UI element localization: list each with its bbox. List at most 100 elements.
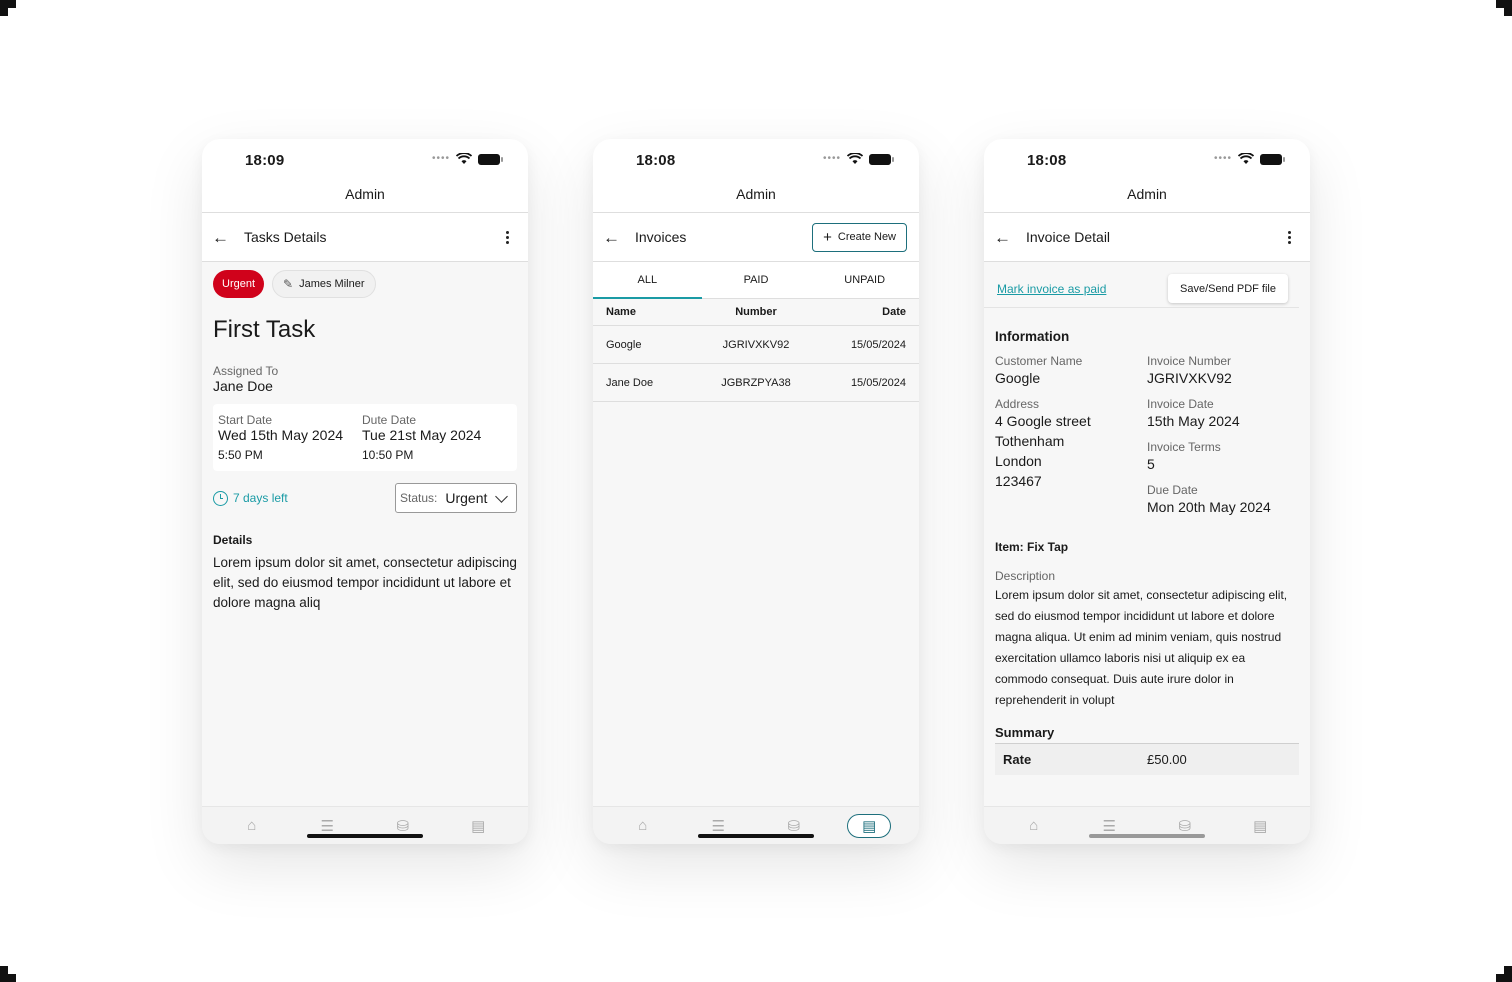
column-header-number: Number — [735, 306, 777, 318]
description-label: Description — [995, 569, 1056, 583]
mark-paid-link[interactable]: Mark invoice as paid — [997, 282, 1106, 296]
column-header-name: Name — [606, 306, 636, 318]
dates-card: Start Date Wed 15th May 2024 5:50 PM Dut… — [213, 404, 517, 471]
address-line: 123467 — [995, 473, 1042, 489]
nav-home-icon[interactable]: ⌂ — [230, 814, 274, 838]
wifi-icon — [1238, 153, 1254, 164]
save-pdf-button[interactable]: Save/Send PDF file — [1168, 274, 1288, 303]
summary-heading: Summary — [995, 725, 1055, 740]
clock-icon — [213, 490, 228, 506]
due-date-label: Dute Date — [362, 413, 417, 427]
nav-invoice-icon[interactable]: ▤ — [1238, 814, 1282, 838]
due-date-label: Due Date — [1147, 483, 1198, 497]
page-title: Invoices — [635, 229, 687, 245]
signal-icon: •••• — [1213, 153, 1232, 164]
column-header-date: Date — [882, 306, 906, 318]
phone-invoice-detail: 18:08 •••• Admin ← Invoice Detail Mark i… — [984, 139, 1310, 844]
details-heading: Details — [213, 533, 253, 547]
cell-name: Jane Doe — [606, 376, 654, 389]
invoice-tabs: ALL PAID UNPAID — [593, 262, 919, 299]
top-bar: ← Tasks Details — [202, 213, 528, 262]
table-header: Name Number Date — [593, 299, 919, 326]
information-heading: Information — [995, 329, 1070, 344]
create-new-button[interactable]: + Create New — [812, 222, 907, 252]
page-title: Tasks Details — [244, 229, 327, 245]
tab-paid[interactable]: PAID — [702, 262, 811, 298]
nav-home-icon[interactable]: ⌂ — [1012, 814, 1056, 838]
table-row[interactable]: Google JGRIVXKV92 15/05/2024 — [593, 326, 919, 364]
status-select-label: Status: — [400, 491, 438, 505]
pencil-icon: ✎ — [283, 277, 294, 291]
nav-invoice-icon[interactable]: ▤ — [456, 814, 500, 838]
back-arrow-icon[interactable]: ← — [603, 229, 625, 246]
details-text: Lorem ipsum dolor sit amet, consectetur … — [213, 555, 517, 610]
corner-mark — [1496, 0, 1512, 16]
customer-name-label: Customer Name — [995, 354, 1083, 368]
address-line: Tothenham — [995, 433, 1065, 449]
address-label: Address — [995, 397, 1040, 411]
status-select[interactable]: Status: Urgent — [395, 483, 517, 513]
days-left: 7 days left — [213, 490, 288, 506]
start-date-label: Start Date — [218, 413, 273, 427]
bottom-nav: ⌂ ☰ ⛁ ▤ — [202, 806, 528, 844]
assigned-label: Assigned To — [213, 364, 279, 378]
customer-name-value: Google — [995, 370, 1041, 386]
more-options-icon[interactable] — [1284, 230, 1294, 244]
phone-invoices: 18:08 •••• Admin ← Invoices + Create New… — [593, 139, 919, 844]
start-date-value: Wed 15th May 2024 — [218, 427, 344, 443]
tab-unpaid[interactable]: UNPAID — [810, 262, 919, 298]
start-time-value: 5:50 PM — [218, 448, 263, 462]
signal-icon: •••• — [822, 153, 841, 164]
back-arrow-icon[interactable]: ← — [212, 229, 234, 246]
item-title: Item: Fix Tap — [995, 540, 1069, 554]
invoice-number-label: Invoice Number — [1147, 354, 1232, 368]
assignee-chip-label: James Milner — [299, 278, 365, 290]
due-date-value: Mon 20th May 2024 — [1147, 499, 1271, 515]
chevron-down-icon — [495, 489, 508, 503]
back-arrow-icon[interactable]: ← — [994, 229, 1016, 246]
invoice-date-value: 15th May 2024 — [1147, 413, 1240, 429]
plus-icon: + — [823, 228, 832, 246]
invoice-terms-value: 5 — [1147, 456, 1155, 472]
status-time: 18:09 — [245, 152, 285, 169]
phone-tasks-details: 18:09 •••• Admin ← Tasks Details Urgent … — [202, 139, 528, 844]
top-bar: ← Invoice Detail — [984, 213, 1310, 262]
signal-icon: •••• — [431, 153, 450, 164]
task-title: First Task — [213, 316, 316, 343]
home-indicator — [1089, 834, 1205, 838]
days-left-text: 7 days left — [233, 491, 288, 505]
address-line: London — [995, 453, 1042, 469]
rate-row: Rate £50.00 — [995, 744, 1299, 775]
status-bar: 18:08 •••• — [593, 139, 919, 181]
rate-label: Rate — [1003, 752, 1032, 767]
corner-mark — [0, 966, 16, 982]
app-title: Admin — [984, 181, 1310, 213]
status-time: 18:08 — [636, 152, 676, 169]
bottom-nav: ⌂ ☰ ⛁ ▤ — [593, 806, 919, 844]
battery-icon — [869, 153, 894, 165]
cell-number: JGRIVXKV92 — [722, 338, 790, 351]
more-options-icon[interactable] — [502, 230, 512, 244]
due-time-value: 10:50 PM — [362, 448, 414, 462]
corner-mark — [1496, 966, 1512, 982]
invoice-terms-label: Invoice Terms — [1147, 440, 1221, 454]
table-row[interactable]: Jane Doe JGBRZPYA38 15/05/2024 — [593, 364, 919, 402]
rate-value: £50.00 — [1147, 752, 1187, 767]
home-indicator — [307, 834, 423, 838]
app-title: Admin — [202, 181, 528, 213]
tab-all[interactable]: ALL — [593, 262, 702, 299]
status-bar: 18:09 •••• — [202, 139, 528, 181]
battery-icon — [1260, 153, 1285, 165]
create-new-label: Create New — [837, 231, 896, 243]
app-title: Admin — [593, 181, 919, 213]
urgent-chip[interactable]: Urgent — [213, 270, 265, 298]
page-title: Invoice Detail — [1026, 229, 1111, 245]
nav-home-icon[interactable]: ⌂ — [621, 814, 665, 838]
cell-number: JGBRZPYA38 — [721, 376, 791, 389]
assignee-chip[interactable]: ✎ James Milner — [272, 270, 376, 298]
battery-icon — [478, 153, 503, 165]
wifi-icon — [456, 153, 472, 164]
cell-date: 15/05/2024 — [850, 376, 906, 389]
status-time: 18:08 — [1027, 152, 1067, 169]
nav-invoice-icon[interactable]: ▤ — [847, 813, 892, 838]
